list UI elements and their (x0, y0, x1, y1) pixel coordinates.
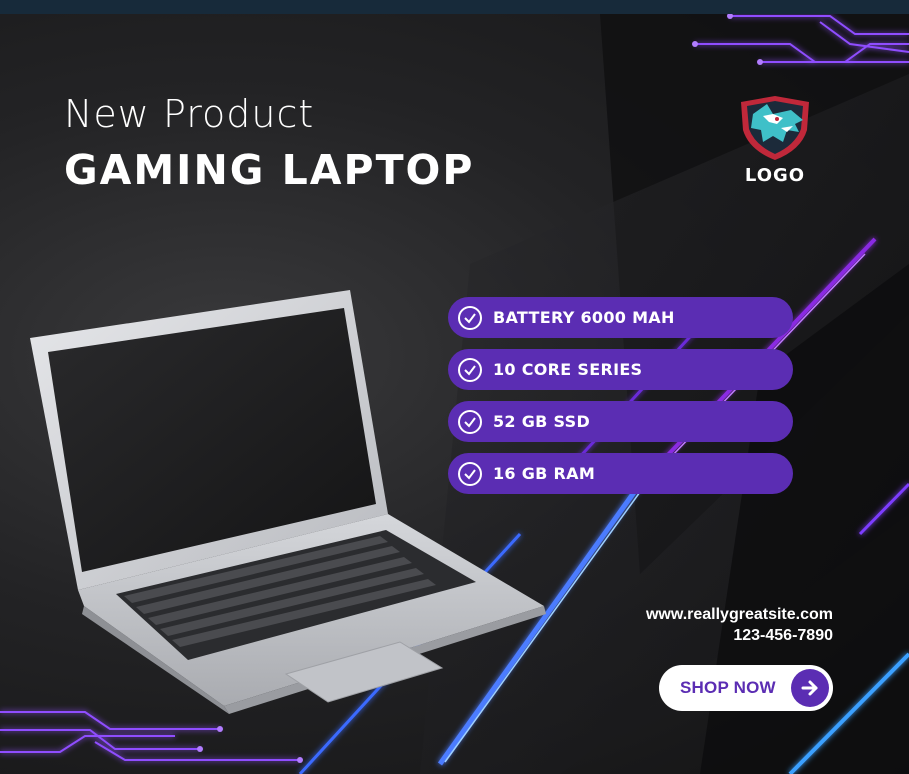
brand-logo: LOGO (733, 92, 817, 202)
check-circle-icon (458, 357, 482, 382)
feature-pill: 16 GB RAM (448, 453, 793, 494)
shop-now-label: SHOP NOW (680, 678, 776, 697)
feature-label: 10 CORE SERIES (493, 360, 643, 379)
logo-text: LOGO (744, 165, 806, 186)
title-new-product: New Product (64, 92, 315, 136)
website-link[interactable]: www.reallygreatsite.com (646, 604, 833, 625)
wolf-shield-icon (741, 96, 809, 160)
feature-label: 52 GB SSD (493, 412, 591, 431)
check-circle-icon (458, 305, 482, 330)
page-frame: New Product GAMING LAPTOP LOGO BATTERY 6… (0, 0, 909, 774)
feature-label: BATTERY 6000 MAH (493, 308, 675, 327)
check-circle-icon (458, 409, 482, 434)
product-poster: New Product GAMING LAPTOP LOGO BATTERY 6… (0, 14, 909, 774)
arrow-right-icon (791, 669, 829, 707)
feature-pill: BATTERY 6000 MAH (448, 297, 793, 338)
phone-number: 123-456-7890 (733, 627, 833, 644)
contact-info: www.reallygreatsite.com 123-456-7890 (646, 604, 833, 646)
shop-now-button[interactable]: SHOP NOW (659, 665, 833, 711)
title-gaming-laptop: GAMING LAPTOP (64, 146, 475, 194)
feature-pill: 10 CORE SERIES (448, 349, 793, 390)
feature-list: BATTERY 6000 MAH 10 CORE SERIES 52 GB SS… (448, 297, 793, 505)
top-bar (0, 0, 909, 14)
check-circle-icon (458, 461, 482, 486)
feature-label: 16 GB RAM (493, 464, 596, 483)
feature-pill: 52 GB SSD (448, 401, 793, 442)
